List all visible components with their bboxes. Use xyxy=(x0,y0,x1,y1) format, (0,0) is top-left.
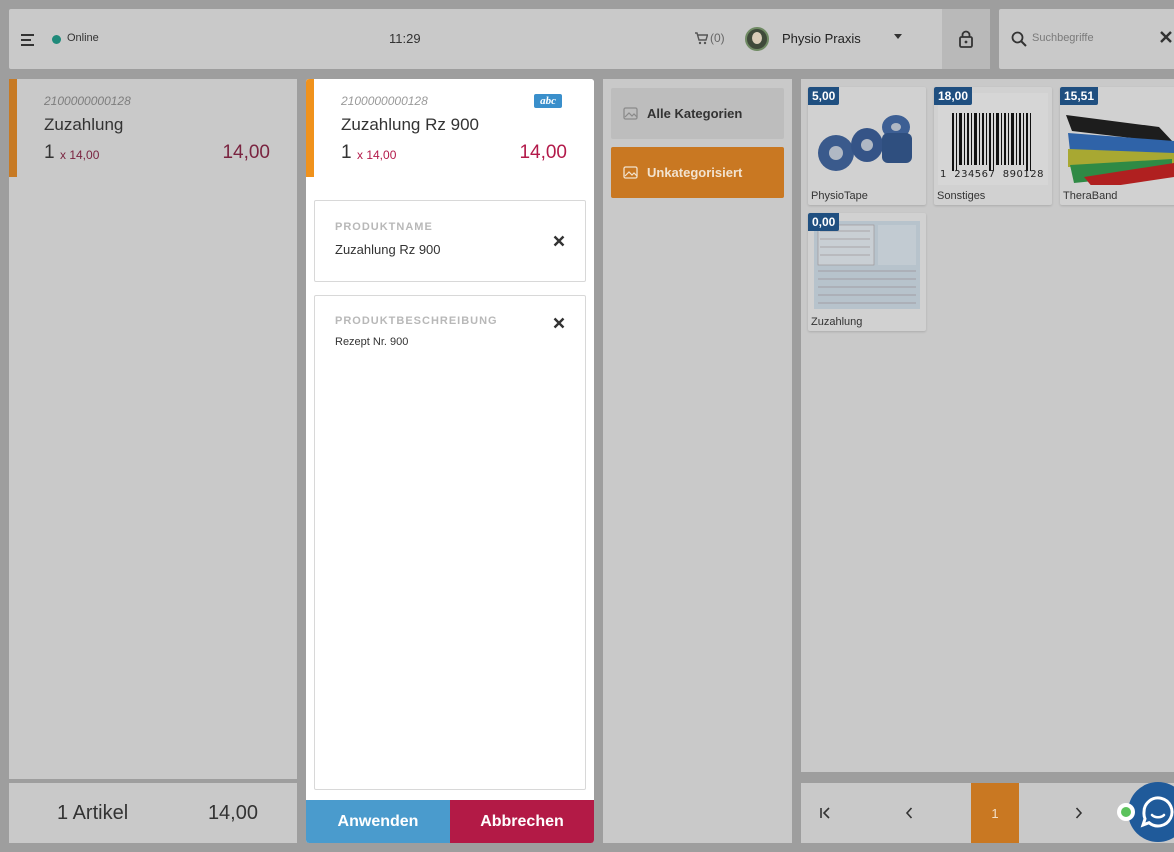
apply-button[interactable]: Anwenden xyxy=(306,800,450,843)
avatar[interactable] xyxy=(745,27,769,51)
product-name: Zuzahlung xyxy=(811,316,863,328)
line-unit-price: x 14,00 xyxy=(60,148,100,162)
price-badge: 18,00 xyxy=(934,87,973,105)
dialog-line-item: 2100000000128 abc Zuzahlung Rz 900 1 x 1… xyxy=(306,79,594,177)
search-input[interactable] xyxy=(1032,27,1152,49)
line-name: Zuzahlung Rz 900 xyxy=(341,115,479,134)
line-name: Zuzahlung xyxy=(44,115,124,134)
price-badge: 0,00 xyxy=(808,213,840,231)
category-panel: Alle Kategorien Unkategorisiert xyxy=(603,79,792,843)
cart-sum: 14,00 xyxy=(207,802,258,824)
current-page[interactable]: 1 xyxy=(971,783,1019,843)
tape-image xyxy=(818,115,912,171)
image-icon xyxy=(623,166,638,179)
text-edit-badge[interactable]: abc xyxy=(534,94,562,108)
search-icon xyxy=(1011,31,1027,47)
product-description-field[interactable]: PRODUKTBESCHREIBUNG Rezept Nr. 900 xyxy=(314,295,586,790)
product-tile[interactable]: 5,00 PhysioTape xyxy=(808,87,926,205)
line-total: 14,00 xyxy=(222,142,270,163)
product-grid: 5,00 PhysioTape 1 234567 890128 > 18,00 … xyxy=(801,79,1174,772)
cart-panel: 2100000000128 Zuzahlung 1 x 14,00 14,00 xyxy=(9,79,297,779)
account-name[interactable]: Physio Praxis xyxy=(782,31,861,46)
chevron-right-icon xyxy=(1075,807,1083,819)
edit-item-dialog: 2100000000128 abc Zuzahlung Rz 900 1 x 1… xyxy=(306,79,594,843)
line-total: 14,00 xyxy=(519,142,567,163)
product-name: Sonstiges xyxy=(937,190,986,202)
chevron-down-icon[interactable] xyxy=(894,34,902,39)
category-uncategorized[interactable]: Unkategorisiert xyxy=(611,147,784,198)
line-unit-price: x 14,00 xyxy=(357,148,397,162)
barcode-digits: 1 234567 890128 > xyxy=(940,169,1052,180)
category-all[interactable]: Alle Kategorien xyxy=(611,88,784,139)
product-name: PhysioTape xyxy=(811,190,868,202)
line-sku: 2100000000128 xyxy=(341,94,428,108)
field-label: PRODUKTBESCHREIBUNG xyxy=(335,315,498,327)
first-page-button[interactable] xyxy=(813,783,837,843)
search-bar xyxy=(999,9,1174,69)
online-status-icon xyxy=(52,35,61,44)
line-accent xyxy=(9,79,17,177)
clock: 11:29 xyxy=(389,31,421,46)
product-name-field[interactable]: PRODUKTNAME Zuzahlung Rz 900 xyxy=(314,200,586,282)
top-bar: Online 11:29 (0) Physio Praxis xyxy=(9,9,990,69)
lock-button[interactable] xyxy=(942,9,990,69)
next-page-button[interactable] xyxy=(1067,783,1091,843)
product-name-value[interactable]: Zuzahlung Rz 900 xyxy=(335,242,441,257)
line-accent xyxy=(306,79,314,177)
price-badge: 5,00 xyxy=(808,87,840,105)
price-badge: 15,51 xyxy=(1060,87,1099,105)
bands-image xyxy=(1066,115,1174,185)
online-status-text: Online xyxy=(67,32,99,44)
chat-online-indicator xyxy=(1117,803,1135,821)
first-page-icon xyxy=(820,807,830,819)
prev-page-button[interactable] xyxy=(897,783,921,843)
product-tile[interactable]: 0,00 Zuzahlung xyxy=(808,213,926,331)
cancel-button[interactable]: Abbrechen xyxy=(450,800,594,843)
product-description-value[interactable]: Rezept Nr. 900 xyxy=(335,336,408,348)
product-name: TheraBand xyxy=(1063,190,1118,202)
cart-button[interactable]: (0) xyxy=(694,31,725,45)
category-label: Unkategorisiert xyxy=(647,165,743,180)
item-count: 1 Artikel xyxy=(57,802,129,824)
cart-footer: 1 Artikel 14,00 xyxy=(9,783,297,843)
product-tile[interactable]: 1 234567 890128 > 18,00 Sonstiges xyxy=(934,87,1052,205)
product-tile[interactable]: 15,51 TheraBand xyxy=(1060,87,1174,205)
category-label: Alle Kategorien xyxy=(647,106,743,121)
image-icon xyxy=(623,107,638,120)
chevron-left-icon xyxy=(905,807,913,819)
lock-icon xyxy=(959,30,973,48)
close-icon[interactable] xyxy=(553,235,565,247)
cart-count: (0) xyxy=(710,31,725,45)
line-qty: 1 xyxy=(341,142,352,163)
line-qty: 1 xyxy=(44,142,55,163)
close-icon[interactable] xyxy=(1159,30,1173,44)
line-sku: 2100000000128 xyxy=(44,94,131,108)
field-label: PRODUKTNAME xyxy=(335,221,433,233)
form-image xyxy=(814,221,920,309)
menu-icon[interactable] xyxy=(19,30,37,48)
close-icon[interactable] xyxy=(553,317,565,329)
cart-icon xyxy=(695,31,708,44)
cart-line-item[interactable]: 2100000000128 Zuzahlung 1 x 14,00 14,00 xyxy=(9,79,297,177)
